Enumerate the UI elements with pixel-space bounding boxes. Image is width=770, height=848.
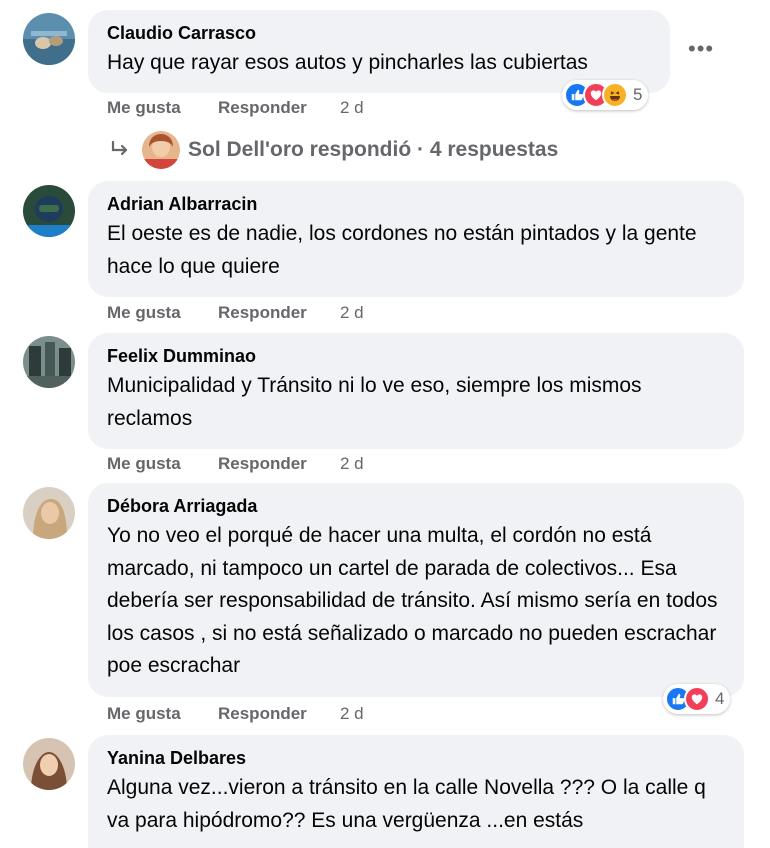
comment-author[interactable]: Yanina Delbares [107, 746, 725, 770]
love-reaction-icon [684, 686, 710, 712]
reply-button[interactable]: Responder [218, 453, 307, 475]
more-options-icon[interactable]: ••• [688, 36, 714, 62]
comment-bubble: Débora Arriagada Yo no veo el porqué de … [88, 483, 744, 697]
comment-bubble: Yanina Delbares Alguna vez...vieron a tr… [88, 735, 744, 848]
comment-text: Alguna vez...vieron a tránsito en la cal… [107, 776, 706, 832]
avatar[interactable] [23, 336, 75, 388]
comment-timestamp[interactable]: 2 d [340, 302, 364, 324]
like-button[interactable]: Me gusta [107, 703, 181, 725]
reply-button[interactable]: Responder [218, 302, 307, 324]
avatar[interactable] [23, 487, 75, 539]
like-button[interactable]: Me gusta [107, 97, 181, 119]
comment-bubble: Adrian Albarracin El oeste es de nadie, … [88, 181, 744, 297]
comments-section: Claudio Carrasco Hay que rayar esos auto… [0, 0, 770, 848]
reply-button[interactable]: Responder [218, 703, 307, 725]
comment-text: Yo no veo el porqué de hacer una multa, … [107, 524, 718, 677]
reactions-summary[interactable]: 5 [562, 80, 649, 110]
avatar[interactable] [23, 13, 75, 65]
comment-bubble: Feelix Dumminao Municipalidad y Tránsito… [88, 333, 744, 449]
reaction-count: 4 [715, 689, 725, 708]
reactions-summary[interactable]: 4 [663, 684, 731, 714]
comment-author[interactable]: Adrian Albarracin [107, 192, 725, 216]
comment-timestamp[interactable]: 2 d [340, 453, 364, 475]
reply-button[interactable]: Responder [218, 97, 307, 119]
comment-timestamp[interactable]: 2 d [340, 703, 364, 725]
like-button[interactable]: Me gusta [107, 302, 181, 324]
comment-author[interactable]: Débora Arriagada [107, 494, 725, 518]
comment-text: Hay que rayar esos autos y pincharles la… [107, 51, 588, 74]
reply-arrow-icon [108, 138, 132, 162]
comment-text: Municipalidad y Tránsito ni lo ve eso, s… [107, 374, 642, 430]
like-button[interactable]: Me gusta [107, 453, 181, 475]
reaction-count: 5 [633, 85, 643, 104]
reply-avatar [142, 131, 180, 169]
replies-summary: Sol Dell'oro respondió · 4 respuestas [188, 138, 559, 161]
haha-reaction-icon [602, 82, 628, 108]
comment-timestamp[interactable]: 2 d [340, 97, 364, 119]
avatar[interactable] [23, 185, 75, 237]
comment-text: El oeste es de nadie, los cordones no es… [107, 222, 697, 278]
avatar[interactable] [23, 738, 75, 790]
comment-author[interactable]: Feelix Dumminao [107, 344, 725, 368]
view-replies-link[interactable]: Sol Dell'oro respondió · 4 respuestas [108, 131, 558, 169]
comment-author[interactable]: Claudio Carrasco [107, 21, 651, 45]
